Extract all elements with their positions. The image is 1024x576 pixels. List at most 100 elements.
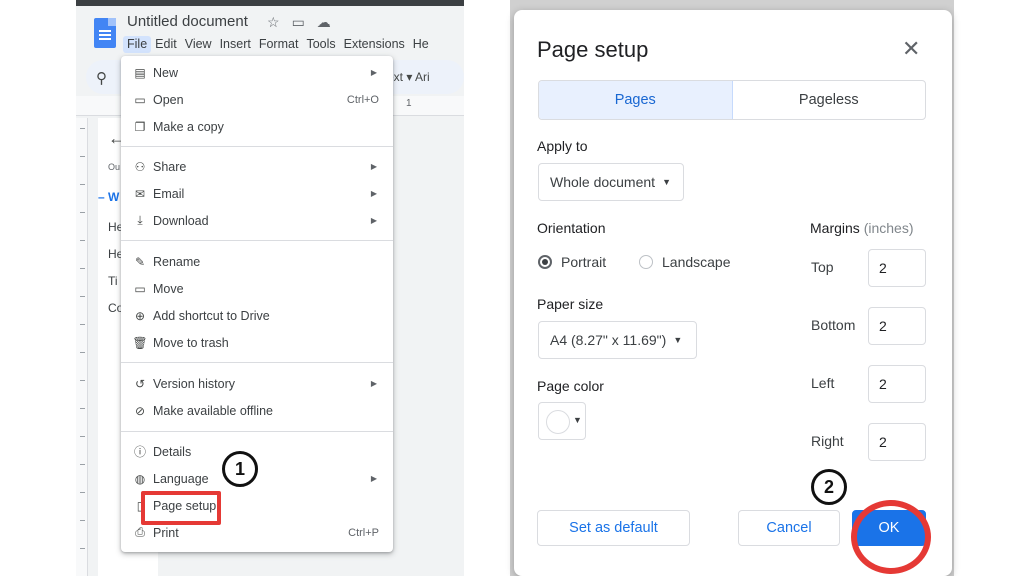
margin-right-input[interactable]: 2 — [868, 423, 926, 461]
orientation-label: Orientation — [537, 220, 606, 236]
menu-item-new[interactable]: ▤ New ▶ — [121, 59, 393, 86]
menu-insert[interactable]: Insert — [216, 36, 255, 53]
outline-heading[interactable]: – W — [98, 190, 119, 204]
rename-icon: ✎ — [134, 254, 146, 269]
window-top-bar — [76, 0, 464, 6]
menu-item-label: Details — [153, 444, 192, 459]
margin-left-input[interactable]: 2 — [868, 365, 926, 403]
toolbar-style-text[interactable]: ext ▾ Ari — [387, 70, 430, 84]
page-color-label: Page color — [537, 378, 604, 394]
menu-item-label: Make a copy — [153, 119, 224, 134]
margins-heading: Margins (inches) — [810, 220, 913, 236]
document-title[interactable]: Untitled document — [127, 13, 248, 30]
menu-bar: File Edit View Insert Format Tools Exten… — [123, 36, 433, 53]
chevron-down-icon: ▼ — [662, 177, 671, 187]
margin-left-label: Left — [811, 375, 835, 391]
page-setup-dialog: Page setup ✕ Pages Pageless Apply to Who… — [514, 10, 952, 576]
menu-item-label: Make available offline — [153, 403, 273, 418]
menu-divider — [121, 431, 393, 432]
menu-divider — [121, 362, 393, 363]
print-icon: ⎙ — [135, 525, 145, 539]
cancel-button[interactable]: Cancel — [738, 510, 840, 546]
trash-icon: 🗑 — [132, 335, 148, 350]
move-icon: ▭ — [134, 281, 146, 296]
apply-to-label: Apply to — [537, 138, 588, 154]
menu-item-shortcut: Ctrl+O — [346, 93, 379, 106]
margin-top-input[interactable]: 2 — [868, 249, 926, 287]
page-mode-toggle: Pages Pageless — [538, 80, 926, 120]
paper-size-label: Paper size — [537, 296, 604, 312]
menu-item-label: Add shortcut to Drive — [153, 308, 270, 323]
chevron-down-icon: ▼ — [673, 335, 683, 345]
menu-item-move[interactable]: ▭ Move — [121, 275, 393, 302]
menu-item-shortcut: Ctrl+P — [348, 526, 379, 539]
ok-button-highlight — [851, 500, 931, 574]
search-icon[interactable]: ⚲ — [96, 69, 107, 87]
menu-item-open[interactable]: ▭ Open Ctrl+O — [121, 86, 393, 113]
margin-bottom-input[interactable]: 2 — [868, 307, 926, 345]
menu-item-download[interactable]: ⤓ Download ▶ — [121, 207, 393, 234]
menu-item-make-a-copy[interactable]: ❐ Make a copy — [121, 113, 393, 140]
menu-item-details[interactable]: ⓘ Details — [121, 438, 393, 465]
menu-format[interactable]: Format — [255, 36, 303, 53]
radio-selected-icon — [538, 255, 552, 269]
new-doc-icon: ▤ — [134, 65, 146, 80]
radio-unselected-icon — [639, 255, 653, 269]
apply-to-dropdown[interactable]: Whole document ▼ — [538, 163, 684, 201]
margin-top-label: Top — [811, 259, 834, 275]
menu-item-share[interactable]: ⚇ Share ▶ — [121, 153, 393, 180]
landscape-radio[interactable]: Landscape — [639, 254, 731, 270]
drive-shortcut-icon: ⊕ — [134, 308, 146, 323]
title-icons: ☆ ▭ ☁ — [267, 14, 331, 31]
menu-edit[interactable]: Edit — [151, 36, 181, 53]
info-icon: ⓘ — [133, 445, 146, 459]
download-icon: ⤓ — [137, 213, 143, 227]
menu-file[interactable]: File — [123, 36, 152, 53]
menu-divider — [121, 240, 393, 241]
page-setup-highlight — [141, 491, 221, 525]
ruler-number: 1 — [406, 98, 412, 109]
menu-item-make-offline[interactable]: ⊘ Make available offline — [121, 397, 393, 424]
submenu-arrow-icon: ▶ — [370, 189, 377, 198]
menu-item-email[interactable]: ✉ Email ▶ — [121, 180, 393, 207]
menu-item-label: Rename — [153, 254, 201, 269]
menu-extensions[interactable]: Extensions — [340, 36, 409, 53]
submenu-arrow-icon: ▶ — [370, 216, 377, 225]
menu-view[interactable]: View — [181, 36, 216, 53]
dialog-title: Page setup — [537, 37, 649, 62]
paper-size-dropdown[interactable]: A4 (8.27" x 11.69") ▼ — [538, 321, 697, 359]
tab-pageless[interactable]: Pageless — [733, 81, 926, 119]
menu-item-label: New — [153, 65, 179, 80]
close-icon[interactable]: ✕ — [902, 36, 920, 62]
step-1-badge: 1 — [222, 451, 258, 487]
menu-item-add-shortcut[interactable]: ⊕ Add shortcut to Drive — [121, 302, 393, 329]
outline-item[interactable]: Ti — [108, 274, 118, 288]
submenu-arrow-icon: ▶ — [370, 68, 377, 77]
menu-item-label: Move to trash — [153, 335, 229, 350]
menu-item-label: Share — [153, 159, 187, 174]
menu-item-version-history[interactable]: ↺ Version history ▶ — [121, 370, 393, 397]
star-icon[interactable]: ☆ — [267, 14, 280, 31]
margin-bottom-label: Bottom — [811, 317, 856, 333]
menu-help[interactable]: He — [409, 36, 433, 53]
menu-item-label: Email — [153, 186, 185, 201]
share-icon: ⚇ — [134, 159, 146, 174]
tab-pages[interactable]: Pages — [539, 81, 733, 119]
page-color-picker[interactable]: ▼ — [538, 402, 586, 440]
cloud-icon[interactable]: ☁ — [317, 14, 331, 31]
folder-move-icon[interactable]: ▭ — [292, 14, 305, 31]
apply-to-value: Whole document — [550, 174, 656, 190]
history-icon: ↺ — [134, 376, 146, 391]
menu-item-move-to-trash[interactable]: 🗑 Move to trash — [121, 329, 393, 356]
menu-tools[interactable]: Tools — [302, 36, 339, 53]
menu-item-label: Download — [153, 213, 209, 228]
portrait-radio[interactable]: Portrait — [538, 254, 606, 270]
margin-right-label: Right — [811, 433, 844, 449]
submenu-arrow-icon: ▶ — [370, 162, 377, 171]
chevron-down-icon: ▼ — [573, 415, 582, 425]
menu-item-rename[interactable]: ✎ Rename — [121, 248, 393, 275]
submenu-arrow-icon: ▶ — [370, 474, 377, 483]
docs-logo-icon[interactable] — [94, 18, 116, 48]
set-as-default-button[interactable]: Set as default — [537, 510, 690, 546]
menu-item-label: Language — [153, 471, 209, 486]
